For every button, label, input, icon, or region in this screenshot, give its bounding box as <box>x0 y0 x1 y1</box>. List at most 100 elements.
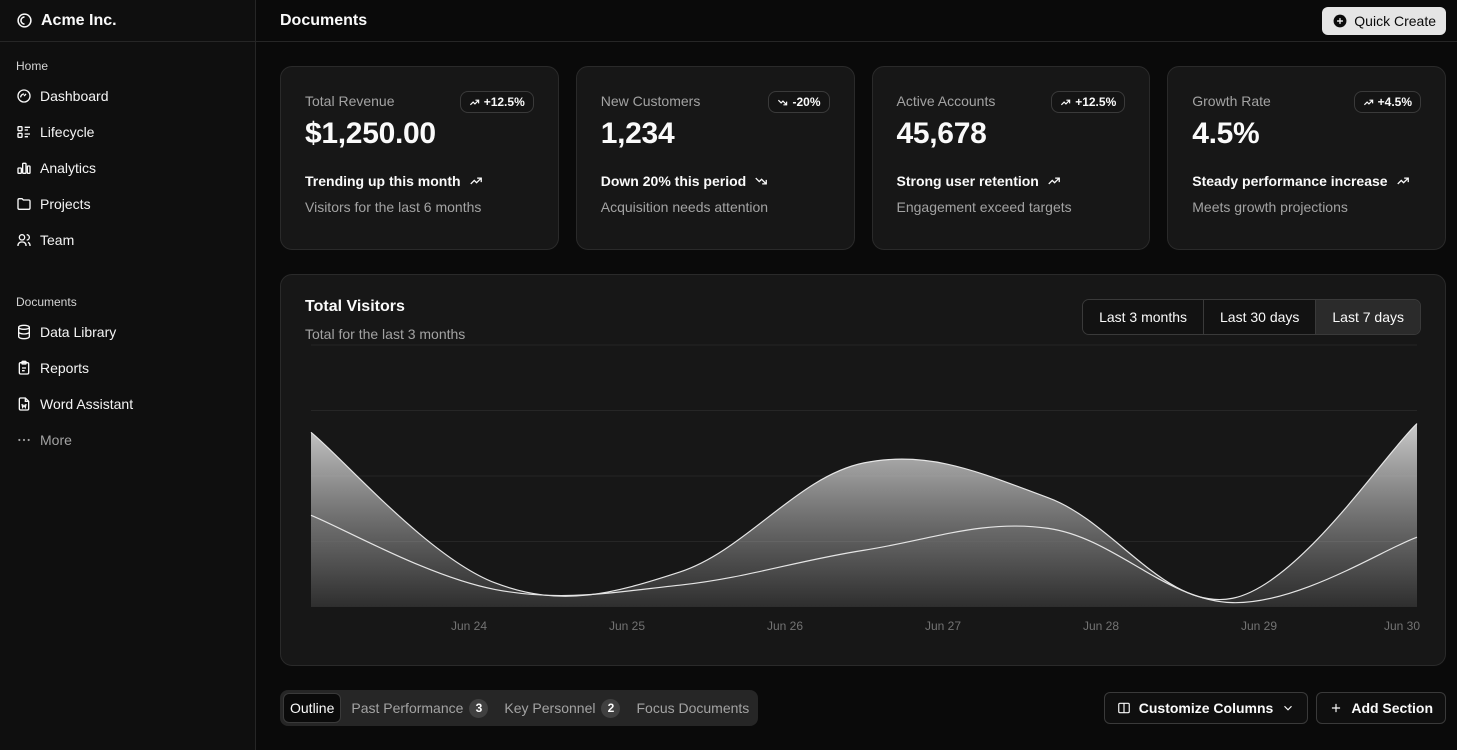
chevron-down-icon <box>1284 705 1293 711</box>
top-bar: Documents Quick Create <box>256 0 1457 42</box>
stat-card-new-customers: New Customers -20% 1,234 Down 20% this p… <box>575 66 855 250</box>
chart-subtitle: Total for the last 3 months <box>305 326 466 342</box>
add-section-label: Add Section <box>1351 700 1433 716</box>
badge-text: +12.5% <box>1075 95 1117 109</box>
plus-circle-icon <box>1333 14 1347 27</box>
section-tabs: Outline Past Performance 3 Key Personnel… <box>280 690 759 726</box>
sidebar-item-team[interactable]: Team <box>8 222 247 258</box>
sidebar-item-reports[interactable]: Reports <box>8 350 247 386</box>
dots-icon <box>18 438 30 442</box>
range-last-30-days[interactable]: Last 30 days <box>1204 300 1317 334</box>
trending-up-icon <box>1061 99 1071 105</box>
database-icon <box>18 324 30 340</box>
tab-label: Key Personnel <box>504 700 596 716</box>
trend-text: Trending up this month <box>305 173 461 189</box>
x-tick-label: Jun 28 <box>1083 619 1119 633</box>
trending-up-icon <box>1363 99 1373 105</box>
table-actions: Customize Columns Add Section <box>1103 692 1446 724</box>
stat-cards: Total Revenue +12.5% $1,250.00 Trending … <box>280 66 1446 250</box>
card-value: 1,234 <box>600 117 675 150</box>
users-icon <box>17 234 31 246</box>
stat-card-active-accounts: Active Accounts +12.5% 45,678 Strong use… <box>871 66 1151 250</box>
sidebar-item-label: Lifecycle <box>40 124 95 140</box>
card-trend: Steady performance increase <box>1192 173 1421 189</box>
card-value: $1,250.00 <box>305 117 436 150</box>
page-title: Documents <box>280 11 368 29</box>
trending-up-icon <box>469 99 479 105</box>
sidebar-item-label: Data Library <box>40 324 117 340</box>
card-description: Visitors for the last 6 months <box>305 199 482 215</box>
home-nav: Dashboard Lifecycle Analytics Projects T… <box>0 78 255 258</box>
sidebar-item-projects[interactable]: Projects <box>8 186 247 222</box>
x-tick-label: Jun 27 <box>925 619 961 633</box>
tab-label: Focus Documents <box>636 700 750 716</box>
clipboard-icon <box>18 360 30 375</box>
tab-past-performance[interactable]: Past Performance 3 <box>345 693 494 723</box>
customize-columns-button[interactable]: Customize Columns <box>1103 692 1309 724</box>
count-badge: 2 <box>601 698 621 718</box>
card-description: Engagement exceed targets <box>896 199 1072 215</box>
card-description: Meets growth projections <box>1192 199 1348 215</box>
sidebar-item-more[interactable]: More <box>8 422 247 458</box>
tab-key-personnel[interactable]: Key Personnel 2 <box>498 693 626 723</box>
plus-icon <box>1332 703 1341 713</box>
stat-card-growth-rate: Growth Rate +4.5% 4.5% Steady performanc… <box>1167 66 1446 250</box>
group-label-home: Home <box>16 59 49 73</box>
change-badge: +12.5% <box>459 91 534 113</box>
documents-nav: Data Library Reports Word Assistant More <box>0 314 255 458</box>
badge-text: +4.5% <box>1377 95 1412 109</box>
change-badge: -20% <box>768 91 830 113</box>
count-badge: 3 <box>469 698 489 718</box>
card-trend: Trending up this month <box>305 173 534 189</box>
sidebar-item-label: Team <box>40 232 75 248</box>
x-tick-label: Jun 26 <box>767 619 803 633</box>
card-value: 45,678 <box>896 117 987 150</box>
sidebar-item-label: Projects <box>40 196 91 212</box>
trend-text: Strong user retention <box>896 173 1039 189</box>
layout-columns-icon <box>1117 702 1130 714</box>
trending-down-icon <box>755 177 768 185</box>
range-last-7-days[interactable]: Last 7 days <box>1316 300 1420 334</box>
brand-name: Acme Inc. <box>41 11 117 29</box>
x-tick-label: Jun 24 <box>451 619 487 633</box>
trending-up-icon <box>1048 177 1060 185</box>
file-word-icon <box>18 397 30 411</box>
trending-up-icon <box>469 177 482 185</box>
sidebar-item-label: Dashboard <box>40 88 109 104</box>
chart-bar-icon <box>17 162 31 174</box>
badge-text: -20% <box>792 95 821 109</box>
change-badge: +12.5% <box>1051 91 1126 113</box>
sidebar-item-label: Reports <box>40 360 90 376</box>
sidebar-item-label: Analytics <box>40 160 97 176</box>
tab-label: Outline <box>290 700 335 716</box>
sidebar-item-label: More <box>40 432 72 448</box>
tab-label: Past Performance <box>351 700 464 716</box>
sidebar-item-data-library[interactable]: Data Library <box>8 314 247 350</box>
quick-create-button[interactable]: Quick Create <box>1322 6 1446 35</box>
x-tick-label: Jun 30 <box>1384 619 1420 633</box>
add-section-button[interactable]: Add Section <box>1316 692 1446 724</box>
list-details-icon <box>17 125 30 138</box>
folder-icon <box>17 198 31 210</box>
x-tick-label: Jun 29 <box>1241 619 1277 633</box>
sidebar-item-dashboard[interactable]: Dashboard <box>8 78 247 114</box>
group-label-documents: Documents <box>16 295 77 309</box>
sidebar-item-analytics[interactable]: Analytics <box>8 150 247 186</box>
card-description: Acquisition needs attention <box>600 199 769 215</box>
sidebar-item-word-assistant[interactable]: Word Assistant <box>8 386 247 422</box>
sidebar-item-label: Word Assistant <box>40 396 134 412</box>
gauge-icon <box>17 89 31 103</box>
tab-outline[interactable]: Outline <box>283 693 342 723</box>
visitors-chart-card: Jun 24 Jun 25 Jun 26 Jun 27 Jun 28 Jun 29 Jun … <box>280 274 1446 666</box>
range-last-3-months[interactable]: Last 3 months <box>1083 300 1204 334</box>
card-trend: Down 20% this period <box>601 173 830 189</box>
brand[interactable]: Acme Inc. <box>0 0 255 42</box>
trend-text: Steady performance increase <box>1192 173 1388 189</box>
circle-logo-icon <box>17 13 32 28</box>
card-trend: Strong user retention <box>897 173 1126 189</box>
stat-card-total-revenue: Total Revenue +12.5% $1,250.00 Trending … <box>280 66 559 250</box>
tab-focus-documents[interactable]: Focus Documents <box>630 693 755 723</box>
sidebar-item-lifecycle[interactable]: Lifecycle <box>8 114 247 150</box>
trend-text: Down 20% this period <box>600 173 747 189</box>
trending-up-icon <box>1396 177 1409 185</box>
